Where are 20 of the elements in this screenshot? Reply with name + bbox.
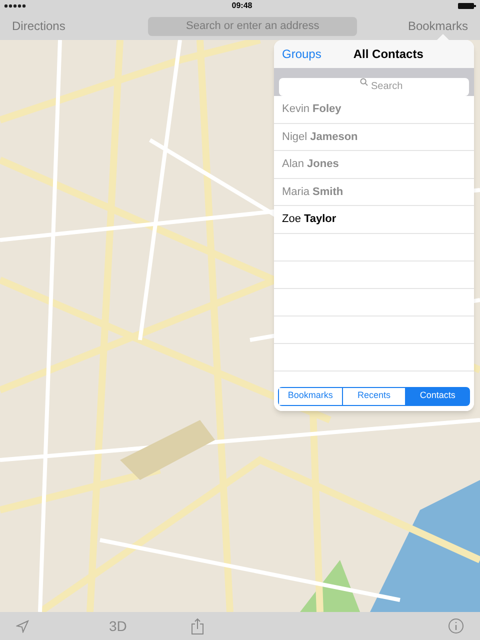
popover-title: All Contacts (353, 46, 424, 63)
search-icon (360, 78, 368, 86)
bookmarks-button[interactable]: Bookmarks (408, 17, 468, 35)
share-icon[interactable] (190, 618, 204, 634)
3d-button[interactable]: 3D (109, 616, 127, 636)
contact-row[interactable]: Zoe Taylor (274, 206, 474, 234)
contact-row[interactable]: Maria Smith (274, 178, 474, 206)
groups-button[interactable]: Groups (282, 45, 322, 63)
contact-row[interactable]: Kevin Foley (274, 96, 474, 124)
segment-tab[interactable]: Contacts (405, 388, 470, 404)
search-field[interactable]: Search or enter an address (148, 16, 358, 36)
contact-row[interactable]: Alan Jones (274, 151, 474, 178)
signal-icon (4, 4, 26, 8)
location-arrow-icon[interactable] (16, 620, 29, 632)
contact-row[interactable]: Nigel Jameson (274, 124, 474, 151)
directions-button[interactable]: Directions (12, 17, 66, 35)
info-icon[interactable] (448, 618, 464, 634)
status-time: 09:48 (232, 2, 252, 10)
battery-icon (458, 3, 476, 9)
contact-search-field[interactable]: Search (279, 78, 469, 96)
